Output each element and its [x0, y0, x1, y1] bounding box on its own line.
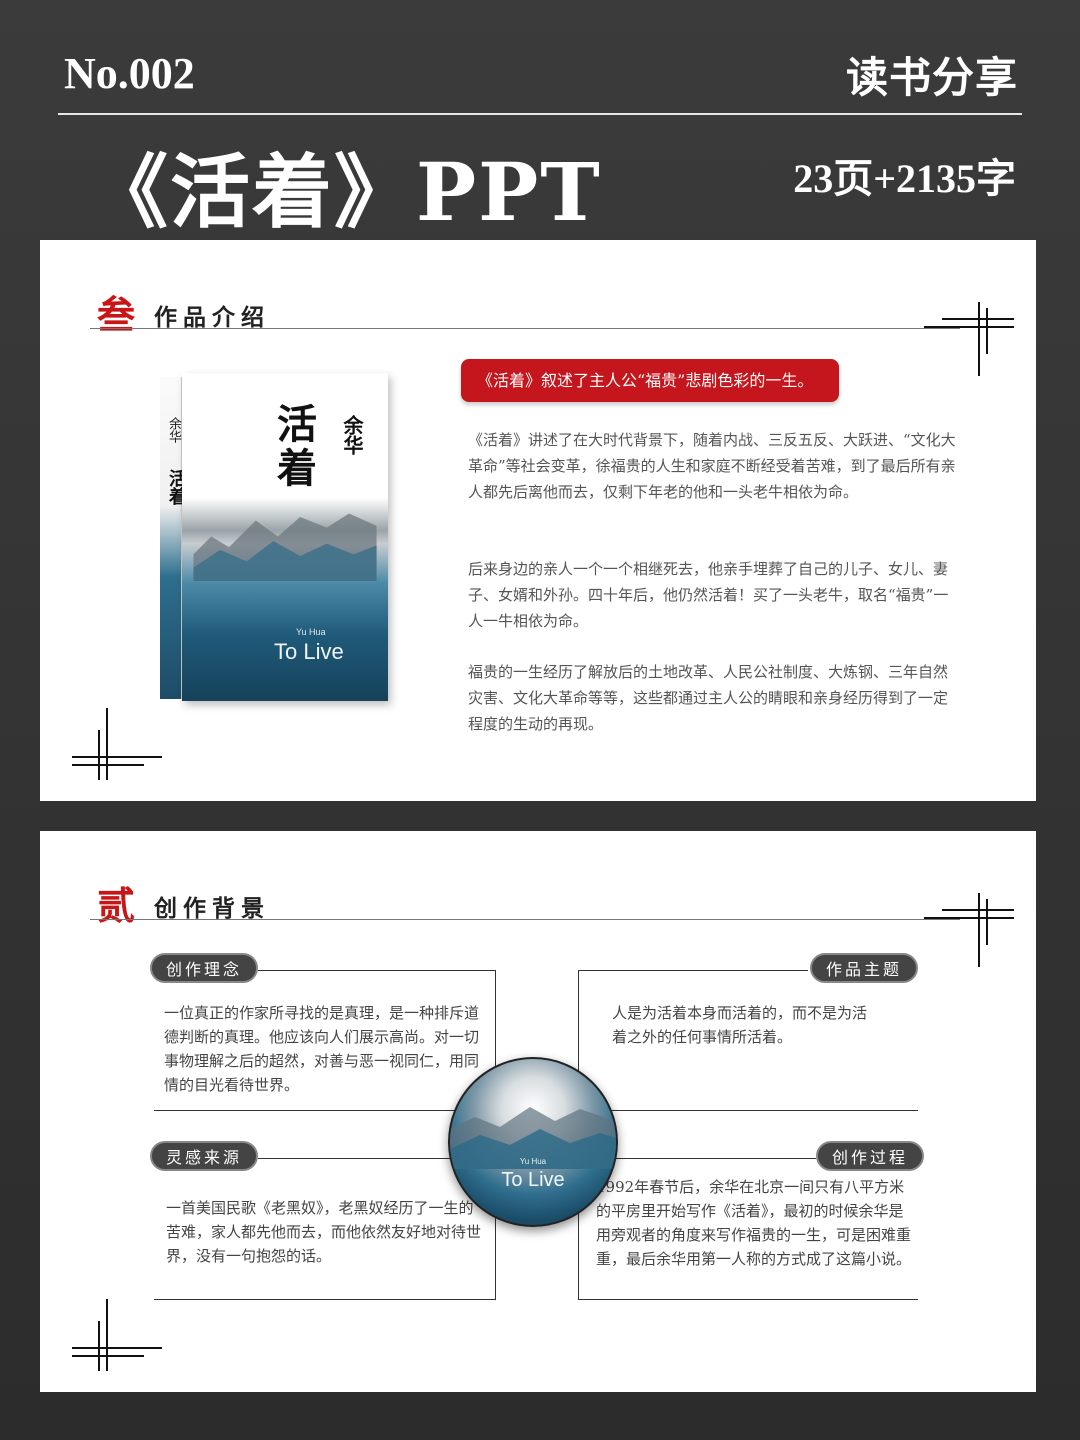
spine-author: 余华	[166, 417, 181, 443]
label-work-theme: 作品主题	[810, 953, 919, 983]
text-writing-process: 1992年春节后，余华在北京一间只有八平方米的平房里开始写作《活着》，最初的时候…	[596, 1178, 912, 1268]
text-inspiration-source: 一首美国民歌《老黑奴》，老黑奴经历了一生的苦难，家人都先他而去，而他依然友好地对…	[166, 1199, 482, 1265]
summary-banner: 《活着》叙述了主人公“福贵”悲剧色彩的一生。	[461, 359, 839, 402]
circle-english-title: To Live	[501, 1169, 565, 1191]
intro-paragraph-2: 后来身边的亲人一个一个相继死去，他亲手埋葬了自己的儿子、女儿、妻子、女婿和外孙。…	[468, 560, 949, 630]
label-writing-process: 创作过程	[816, 1141, 925, 1171]
cover-english-author: Yu Hua	[296, 627, 326, 637]
intro-paragraph-1: 《活着》讲述了在大时代背景下，随着内战、三反五反、大跃进、“文化大革命”等社会变…	[468, 431, 956, 501]
crosshatch-decoration	[924, 893, 1016, 971]
slide-work-intro: 叁 作品介绍 余华 活着 活着 余华 Yu Hua To Live 《活着》叙述…	[40, 240, 1036, 801]
header-tag: 读书分享	[845, 53, 1018, 102]
label-inspiration-source: 灵感来源	[150, 1141, 259, 1171]
section-number: 叁	[97, 292, 136, 337]
mountain-art	[193, 513, 377, 581]
cover-author: 余华	[340, 415, 364, 455]
section-rule	[90, 919, 960, 920]
page-title: 《活着》PPT	[88, 145, 602, 239]
book-front: 活着 余华 Yu Hua To Live	[182, 373, 388, 701]
section-title: 作品介绍	[154, 304, 270, 331]
cover-title: 活着	[270, 403, 317, 491]
section-number: 贰	[97, 883, 136, 928]
book-cover-image: 余华 活着 活着 余华 Yu Hua To Live	[160, 373, 388, 701]
cover-english-title: To Live	[274, 639, 344, 664]
section-title: 创作背景	[154, 895, 270, 922]
slide-creation-background: 贰 创作背景 创作理念 一位真正的作家所寻找的是真理，是一种排斥道德判断的真理。…	[40, 831, 1036, 1392]
label-creative-concept: 创作理念	[150, 953, 259, 983]
crosshatch-decoration	[72, 1299, 164, 1377]
section-rule	[90, 328, 960, 329]
book-art-circle: Yu Hua To Live	[448, 1057, 618, 1227]
page-count: 23页+2135字	[793, 156, 1016, 201]
crosshatch-decoration	[924, 302, 1016, 380]
text-work-theme: 人是为活着本身而活着的，而不是为活着之外的任何事情所活着。	[612, 1004, 868, 1046]
text-creative-concept: 一位真正的作家所寻找的是真理，是一种排斥道德判断的真理。他应该向人们展示高尚。对…	[164, 1004, 480, 1094]
book-spine: 余华 活着	[160, 377, 187, 699]
issue-number: No.002	[64, 49, 195, 98]
intro-paragraph-3: 福贵的一生经历了解放后的土地改革、人民公社制度、大炼钢、三年自然灾害、文化大革命…	[468, 663, 949, 733]
header-divider	[58, 113, 1022, 115]
crosshatch-decoration	[72, 708, 164, 786]
circle-english-author: Yu Hua	[519, 1157, 547, 1166]
